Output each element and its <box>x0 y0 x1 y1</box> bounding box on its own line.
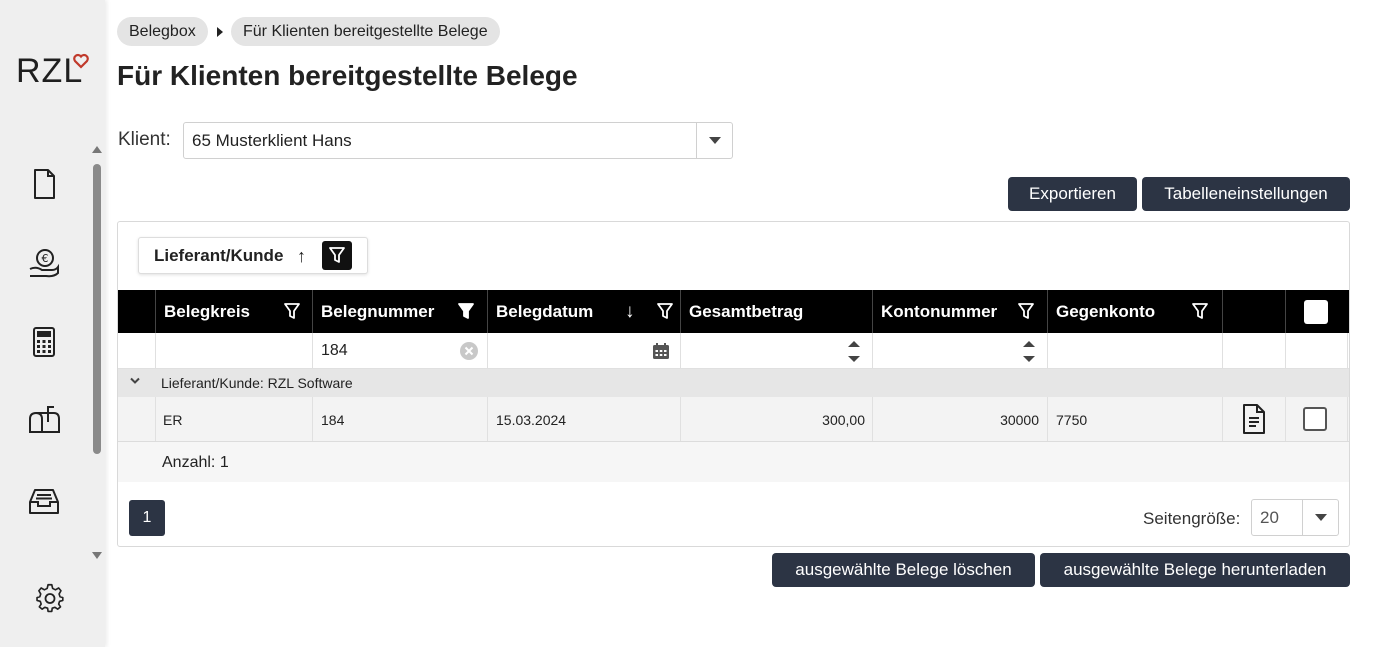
column-header-belegnummer[interactable]: Belegnummer <box>312 290 487 333</box>
column-header-label: Belegnummer <box>321 302 435 321</box>
svg-text:€: € <box>42 252 49 265</box>
scroll-down-arrow-icon[interactable] <box>92 552 102 559</box>
chevron-down-icon[interactable] <box>130 376 140 386</box>
scroll-up-arrow-icon[interactable] <box>92 146 102 153</box>
sort-ascending-icon[interactable]: ↑ <box>297 246 306 267</box>
page-size-select[interactable]: 20 <box>1251 499 1339 536</box>
cell-belegkreis: ER <box>163 412 183 428</box>
filter-icon[interactable] <box>656 302 674 320</box>
page-title: Für Klienten bereitgestellte Belege <box>117 60 578 91</box>
column-header-label: Gesamtbetrag <box>689 302 804 321</box>
filter-icon[interactable] <box>1017 302 1035 320</box>
column-header-select <box>1285 290 1347 333</box>
heart-icon <box>73 53 89 69</box>
client-select-value: 65 Musterklient Hans <box>192 131 352 150</box>
pager-page-button[interactable]: 1 <box>129 500 165 536</box>
sidebar-scrollbar-thumb[interactable] <box>93 164 101 454</box>
column-header-label: Gegenkonto <box>1056 302 1156 321</box>
column-header-label: Belegdatum <box>496 302 594 321</box>
group-row-label: Lieferant/Kunde: RZL Software <box>161 375 353 391</box>
coins-hand-icon[interactable]: € <box>26 245 62 281</box>
filter-icon[interactable] <box>1191 302 1209 320</box>
calculator-icon[interactable] <box>26 324 62 360</box>
page-size-toggle[interactable] <box>1302 500 1338 535</box>
filter-active-icon[interactable] <box>457 302 475 320</box>
filter-icon[interactable] <box>283 302 301 320</box>
group-row[interactable]: Lieferant/Kunde: RZL Software <box>118 369 1349 397</box>
download-selected-button[interactable]: ausgewählte Belege herunterladen <box>1040 553 1350 587</box>
cell-belegdatum: 15.03.2024 <box>496 412 567 428</box>
row-count: Anzahl: 1 <box>162 454 229 471</box>
column-header-belegkreis[interactable]: Belegkreis <box>155 290 312 333</box>
row-select-checkbox[interactable] <box>1303 407 1327 431</box>
mailbox-icon[interactable] <box>26 402 62 438</box>
breadcrumb-item-current[interactable]: Für Klienten bereitgestellte Belege <box>231 17 500 46</box>
column-header-gegenkonto[interactable]: Gegenkonto <box>1047 290 1222 333</box>
cell-kontonummer: 30000 <box>1000 412 1039 428</box>
inbox-tray-icon[interactable] <box>26 482 62 518</box>
filter-row: 184 <box>118 333 1349 369</box>
chevron-down-icon <box>709 137 721 144</box>
gear-icon[interactable] <box>34 582 66 614</box>
breadcrumb-item-belegbox[interactable]: Belegbox <box>117 17 208 46</box>
column-header-label: Belegkreis <box>164 302 250 321</box>
calendar-icon[interactable] <box>652 342 670 360</box>
column-header-gesamtbetrag[interactable]: Gesamtbetrag <box>680 290 872 333</box>
column-header-kontonummer[interactable]: Kontonummer <box>872 290 1047 333</box>
page-size-label: Seitengröße: <box>1143 509 1241 528</box>
client-label: Klient: <box>118 129 171 150</box>
delete-selected-button[interactable]: ausgewählte Belege löschen <box>772 553 1035 587</box>
chevron-down-icon <box>1315 514 1327 521</box>
page-size-value: 20 <box>1260 508 1279 527</box>
cell-gesamtbetrag: 300,00 <box>822 412 865 428</box>
client-select-toggle[interactable] <box>696 123 732 158</box>
table-row[interactable]: ER 184 15.03.2024 300,00 30000 7750 <box>118 397 1349 442</box>
column-header-label: Kontonummer <box>881 302 998 321</box>
clear-icon[interactable] <box>459 341 479 361</box>
belegnummer-filter-input[interactable]: 184 <box>321 342 348 360</box>
grouping-chip-label: Lieferant/Kunde <box>154 246 284 265</box>
column-header-actions <box>1222 290 1285 333</box>
number-stepper-icon[interactable] <box>1022 336 1036 366</box>
breadcrumb-separator-icon <box>217 27 223 37</box>
select-all-checkbox[interactable] <box>1304 300 1328 324</box>
sidebar: RZL € <box>0 0 105 647</box>
sort-descending-icon[interactable]: ↓ <box>625 290 635 333</box>
column-header-belegdatum[interactable]: Belegdatum ↓ <box>487 290 680 333</box>
group-footer-row: Anzahl: 1 <box>118 442 1349 482</box>
client-select[interactable]: 65 Musterklient Hans <box>183 122 733 159</box>
documents-grid: Lieferant/Kunde ↑ Belegkreis Belegnummer… <box>117 221 1350 547</box>
grouping-filter-button[interactable] <box>322 241 352 270</box>
cell-gegenkonto: 7750 <box>1056 412 1088 428</box>
table-settings-button[interactable]: Tabelleneinstellungen <box>1142 177 1350 211</box>
number-stepper-icon[interactable] <box>847 336 861 366</box>
filter-icon <box>329 247 345 263</box>
grouping-chip[interactable]: Lieferant/Kunde ↑ <box>138 237 368 274</box>
table-header: Belegkreis Belegnummer Belegdatum ↓ Gesa… <box>118 290 1349 333</box>
export-button[interactable]: Exportieren <box>1008 177 1137 211</box>
cell-belegnummer: 184 <box>321 412 345 428</box>
document-icon[interactable] <box>26 166 62 202</box>
document-view-icon[interactable] <box>1241 403 1267 435</box>
